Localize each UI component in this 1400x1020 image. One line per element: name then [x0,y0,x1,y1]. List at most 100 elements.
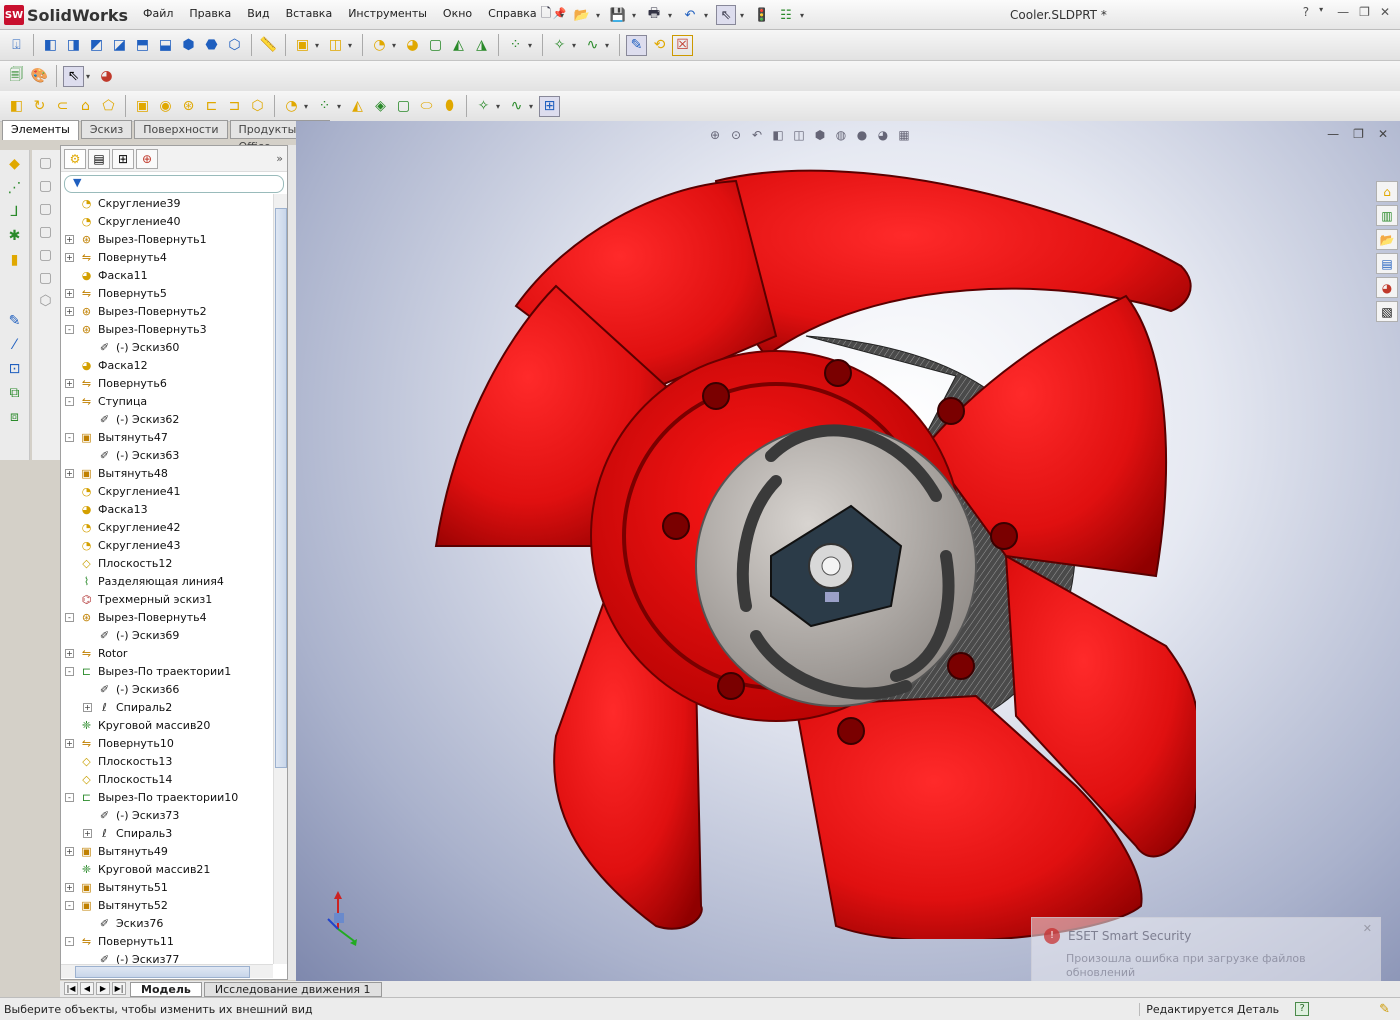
tree-item[interactable]: + ⇋ Rotor [65,644,127,662]
open-folder-icon[interactable]: 📂 [572,5,592,25]
linear-pattern-icon[interactable]: ⁘ [505,35,526,56]
extrude-dropdown-icon[interactable]: ▾ [348,41,356,50]
tree-item[interactable]: ✐ (-) Эскиз69 [83,626,180,644]
help-icon[interactable]: ? [1303,5,1309,19]
view-front-icon[interactable]: ◧ [40,35,61,56]
tree-item[interactable]: - ⊏ Вырез-По траектории10 [65,788,238,806]
expand-icon[interactable]: + [65,738,74,748]
viewport-minimize-icon[interactable]: — [1327,127,1339,141]
tab-surfaces[interactable]: Поверхности [134,120,228,139]
tree-item[interactable]: ◔ Скругление42 [65,518,181,536]
file-explorer-icon[interactable]: 📂 [1376,229,1398,250]
instant3d-icon[interactable]: ▣ [292,35,313,56]
expand-icon[interactable]: + [65,288,74,298]
offset-entities-icon[interactable]: ⧈ [4,406,25,427]
edit-sketch-icon[interactable]: ✎ [4,310,25,331]
new-document-icon[interactable]: 🗋 [536,5,556,25]
display-relations-icon[interactable]: ⊡ [4,358,25,379]
view-palette-icon[interactable]: ▤ [1376,253,1398,274]
fillet-2-icon[interactable]: ◔ [281,96,302,117]
collapse-icon[interactable]: - [65,792,74,802]
cube-bottom-icon[interactable]: ▢ [35,267,56,288]
save-dropdown-icon[interactable]: ▾ [632,11,640,20]
menu-tools[interactable]: Инструменты [340,7,435,20]
tree-vertical-scrollbar[interactable] [273,194,287,964]
menu-file[interactable]: Файл [135,7,181,20]
tree-item[interactable]: + ⊛ Вырез-Повернуть2 [65,302,207,320]
view-bottom-icon[interactable]: ⬓ [155,35,176,56]
tree-item[interactable]: - ⇋ Повернуть11 [65,932,174,950]
tree-item[interactable]: + ▣ Вытянуть48 [65,464,168,482]
options-icon[interactable]: ☷ [776,5,796,25]
rebuild-icon[interactable]: ⟲ [649,35,670,56]
normal-to-icon[interactable]: ⍗ [6,35,27,56]
last-tab-icon[interactable]: ▶| [112,982,126,995]
prev-tab-icon[interactable]: ◀ [80,982,94,995]
tree-horizontal-scrollbar[interactable] [61,964,273,978]
tab-features[interactable]: Элементы [2,120,79,140]
cube-top-icon[interactable]: ▢ [35,244,56,265]
appearance-icon[interactable]: 🎨 [29,66,50,87]
collapse-icon[interactable]: - [65,432,74,442]
expand-icon[interactable]: + [65,882,74,892]
tab-sketch[interactable]: Эскиз [80,120,133,139]
collapse-icon[interactable]: - [65,396,74,406]
revolved-cut-icon[interactable]: ⊛ [178,96,199,117]
extruded-cut-icon[interactable]: ▣ [132,96,153,117]
lofted-boss-icon[interactable]: ⌂ [75,96,96,117]
chamfer-icon[interactable]: ◕ [402,35,423,56]
view-right-icon[interactable]: ◪ [109,35,130,56]
tree-item[interactable]: ⌬ Трехмерный эскиз1 [65,590,213,608]
collapse-icon[interactable]: - [65,666,74,676]
instant3d-dropdown-icon[interactable]: ▾ [315,41,323,50]
viewport-restore-icon[interactable]: ❐ [1353,127,1364,141]
panel-splitter[interactable] [288,145,296,980]
expand-panel-icon[interactable]: » [276,152,283,165]
save-icon[interactable]: 💾 [608,5,628,25]
reference-geometry-2-icon[interactable]: ✧ [473,96,494,117]
boundary-boss-icon[interactable]: ⬠ [98,96,119,117]
graphics-area[interactable]: ⊕ ⊙ ↶ ◧ ◫ ⬢ ◍ ● ◕ ▦ — ❐ ✕ ⌂ ▥ 📂 ▤ ◕ ▧ ✕ … [296,121,1400,997]
notification-close-icon[interactable]: ✕ [1363,922,1372,935]
axis-icon[interactable]: ⅃ [4,201,25,222]
tree-item[interactable]: - ⊛ Вырез-Повернуть3 [65,320,207,338]
intersect-icon[interactable]: ⬮ [439,96,460,117]
tree-horizontal-scroll-thumb[interactable] [75,966,250,978]
print-icon[interactable]: 🖶 [644,5,664,25]
print-dropdown-icon[interactable]: ▾ [668,11,676,20]
configuration-manager-tab-icon[interactable]: ⊞ [112,148,134,169]
expand-icon[interactable]: + [83,702,92,712]
pattern-2-dropdown-icon[interactable]: ▾ [337,102,345,111]
mate-reference-icon[interactable]: ▮ [4,249,25,270]
tree-item[interactable]: ◇ Плоскость14 [65,770,172,788]
cube-back-icon[interactable]: ▢ [35,175,56,196]
collapse-icon[interactable]: - [65,324,74,334]
tree-item[interactable]: ◕ Фаска12 [65,356,148,374]
tree-item[interactable]: ✐ (-) Эскиз66 [83,680,180,698]
sketch-toggle-icon[interactable]: ✎ [626,34,647,56]
color-wheel-icon[interactable]: ◕ [96,66,117,87]
custom-properties-icon[interactable]: ▧ [1376,301,1398,322]
collapse-icon[interactable]: - [65,936,74,946]
reference-2-dropdown-icon[interactable]: ▾ [496,102,504,111]
help-dropdown-icon[interactable]: ▾ [1319,5,1327,19]
tree-item[interactable]: ✐ (-) Эскиз60 [83,338,180,356]
tree-item[interactable]: ⌇ Разделяющая линия4 [65,572,224,590]
menu-insert[interactable]: Вставка [278,7,341,20]
feature-filter-input[interactable]: ▼ [64,175,284,193]
collapse-icon[interactable]: - [65,900,74,910]
select-arrow-dropdown-icon[interactable]: ▾ [86,72,94,81]
tree-item[interactable]: ✐ (-) Эскиз62 [83,410,180,428]
collapse-icon[interactable]: - [65,612,74,622]
menu-edit[interactable]: Правка [181,7,239,20]
tree-item[interactable]: ❈ Круговой массив20 [65,716,211,734]
fan-rotor-model[interactable] [376,139,1196,939]
centerline-icon[interactable]: ⋰ [4,177,25,198]
tree-item[interactable]: ◔ Скругление43 [65,536,181,554]
tree-item[interactable]: ◔ Скругление41 [65,482,181,500]
cube-iso-icon[interactable]: ⬡ [35,290,56,311]
tree-item[interactable]: + ⇋ Повернуть5 [65,284,167,302]
feature-manager-tab-icon[interactable]: ⚙ [64,148,86,169]
cancel-edit-icon[interactable]: ☒ [672,34,693,56]
tree-item[interactable]: + ⇋ Повернуть10 [65,734,174,752]
